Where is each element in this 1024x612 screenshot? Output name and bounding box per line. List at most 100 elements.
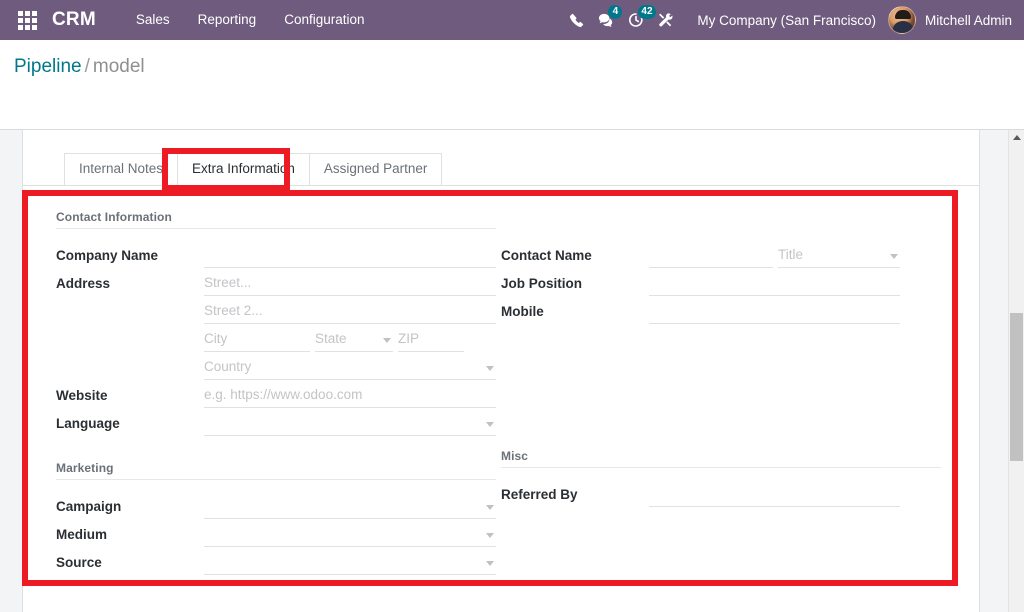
placeholder-title: Title bbox=[778, 247, 803, 262]
label-job-position: Job Position bbox=[501, 276, 649, 296]
extra-information-page: Contact Information Company Name Address… bbox=[22, 186, 980, 612]
chevron-down-icon bbox=[486, 561, 494, 566]
group-title-marketing: Marketing bbox=[56, 461, 496, 480]
input-mobile[interactable] bbox=[649, 299, 900, 324]
tab-extra-information[interactable]: Extra Information bbox=[177, 153, 310, 185]
field-row-contact-name: Contact Name Title bbox=[501, 240, 941, 268]
input-company-name[interactable] bbox=[204, 243, 496, 268]
right-spacer-3 bbox=[501, 374, 941, 399]
field-row-campaign: Campaign bbox=[56, 491, 496, 519]
breadcrumb-pipeline[interactable]: Pipeline bbox=[14, 56, 82, 77]
group-title-contact-information: Contact Information bbox=[56, 210, 496, 229]
input-website[interactable]: e.g. https://www.odoo.com bbox=[204, 383, 496, 408]
field-row-referred-by: Referred By bbox=[501, 479, 941, 507]
input-job-position[interactable] bbox=[649, 271, 900, 296]
vertical-scrollbar[interactable] bbox=[1008, 130, 1024, 612]
messages-icon[interactable]: 4 bbox=[591, 0, 621, 40]
activities-clock-icon[interactable]: 42 bbox=[621, 0, 651, 40]
placeholder-website: e.g. https://www.odoo.com bbox=[204, 387, 362, 402]
phone-icon[interactable] bbox=[561, 0, 591, 40]
label-mobile: Mobile bbox=[501, 304, 649, 324]
notebook-divider bbox=[22, 185, 980, 186]
label-spacer-street2 bbox=[56, 320, 204, 324]
menu-sales[interactable]: Sales bbox=[122, 0, 184, 40]
placeholder-state: State bbox=[315, 331, 347, 346]
notebook-tabs: Internal Notes Extra Information Assigne… bbox=[64, 153, 441, 185]
field-row-website: Website e.g. https://www.odoo.com bbox=[56, 380, 496, 408]
breadcrumb: Pipeline/model bbox=[14, 56, 145, 78]
scrollbar-thumb[interactable] bbox=[1010, 313, 1023, 461]
tab-assigned-partner[interactable]: Assigned Partner bbox=[309, 153, 443, 185]
debug-tools-icon[interactable] bbox=[651, 0, 681, 40]
control-panel: Pipeline/model SAVE DISCARD 1 / 1 ‹ › bbox=[0, 40, 1024, 130]
select-campaign[interactable] bbox=[204, 494, 496, 519]
label-language: Language bbox=[56, 416, 204, 436]
form-column-right: Contact Name Title Job Position bbox=[501, 210, 941, 507]
company-switcher[interactable]: My Company (San Francisco) bbox=[697, 13, 876, 28]
label-company-name: Company Name bbox=[56, 248, 204, 268]
field-row-mobile: Mobile bbox=[501, 296, 941, 324]
right-spacer-4 bbox=[501, 399, 941, 424]
field-row-country: Country bbox=[56, 352, 496, 380]
messages-badge-count: 4 bbox=[608, 5, 622, 19]
field-row-source: Source bbox=[56, 547, 496, 575]
menu-configuration[interactable]: Configuration bbox=[270, 0, 378, 40]
placeholder-zip: ZIP bbox=[398, 331, 419, 346]
label-address: Address bbox=[56, 276, 204, 296]
right-spacer-1 bbox=[501, 324, 941, 349]
placeholder-street: Street... bbox=[204, 275, 251, 290]
tab-internal-notes[interactable]: Internal Notes bbox=[64, 153, 178, 185]
navbar-right-group: 4 42 My Company (San Francisco) Mitchell… bbox=[561, 0, 1024, 40]
label-spacer-country bbox=[56, 376, 204, 380]
select-country[interactable]: Country bbox=[204, 355, 496, 380]
placeholder-city: City bbox=[204, 331, 227, 346]
user-name-label: Mitchell Admin bbox=[925, 13, 1012, 28]
field-row-address-street: Address Street... bbox=[56, 268, 496, 296]
placeholder-street2: Street 2... bbox=[204, 303, 263, 318]
label-spacer-city bbox=[56, 348, 204, 352]
avatar bbox=[888, 6, 916, 34]
odoo-crm-window: CRM Sales Reporting Configuration 4 bbox=[0, 0, 1024, 612]
scroll-up-arrow-icon[interactable] bbox=[1013, 135, 1021, 140]
select-language[interactable] bbox=[204, 411, 496, 436]
input-city[interactable]: City bbox=[204, 327, 310, 352]
field-row-language: Language bbox=[56, 408, 496, 436]
form-column-left: Contact Information Company Name Address… bbox=[56, 210, 496, 575]
breadcrumb-current: model bbox=[93, 56, 145, 77]
input-street[interactable]: Street... bbox=[204, 271, 496, 296]
apps-grid-icon[interactable] bbox=[10, 11, 44, 30]
input-referred-by[interactable] bbox=[649, 482, 900, 507]
user-menu[interactable]: Mitchell Admin bbox=[888, 6, 1024, 34]
label-source: Source bbox=[56, 555, 204, 575]
chevron-down-icon bbox=[383, 338, 391, 343]
select-state[interactable]: State bbox=[315, 327, 393, 352]
field-row-city-state-zip: City State ZIP bbox=[56, 324, 496, 352]
app-brand-crm[interactable]: CRM bbox=[52, 9, 96, 31]
field-row-job-position: Job Position bbox=[501, 268, 941, 296]
group-title-misc: Misc bbox=[501, 449, 941, 468]
breadcrumb-separator: / bbox=[85, 56, 90, 77]
input-street2[interactable]: Street 2... bbox=[204, 299, 496, 324]
chevron-down-icon bbox=[486, 366, 494, 371]
label-contact-name: Contact Name bbox=[501, 248, 649, 268]
select-source[interactable] bbox=[204, 550, 496, 575]
menu-reporting[interactable]: Reporting bbox=[184, 0, 271, 40]
chevron-down-icon bbox=[486, 422, 494, 427]
input-zip[interactable]: ZIP bbox=[398, 327, 464, 352]
chevron-down-icon bbox=[486, 533, 494, 538]
form-view-area: Internal Notes Extra Information Assigne… bbox=[0, 130, 1024, 612]
top-navbar: CRM Sales Reporting Configuration 4 bbox=[0, 0, 1024, 40]
placeholder-country: Country bbox=[204, 359, 251, 374]
chevron-down-icon bbox=[486, 505, 494, 510]
field-row-medium: Medium bbox=[56, 519, 496, 547]
right-spacer-5 bbox=[501, 424, 941, 449]
label-campaign: Campaign bbox=[56, 499, 204, 519]
label-website: Website bbox=[56, 388, 204, 408]
group-spacer-marketing bbox=[56, 436, 496, 461]
chevron-down-icon bbox=[890, 254, 898, 259]
select-title[interactable]: Title bbox=[778, 243, 900, 268]
field-row-company-name: Company Name bbox=[56, 240, 496, 268]
label-referred-by: Referred By bbox=[501, 487, 649, 507]
input-contact-name[interactable] bbox=[649, 243, 773, 268]
select-medium[interactable] bbox=[204, 522, 496, 547]
